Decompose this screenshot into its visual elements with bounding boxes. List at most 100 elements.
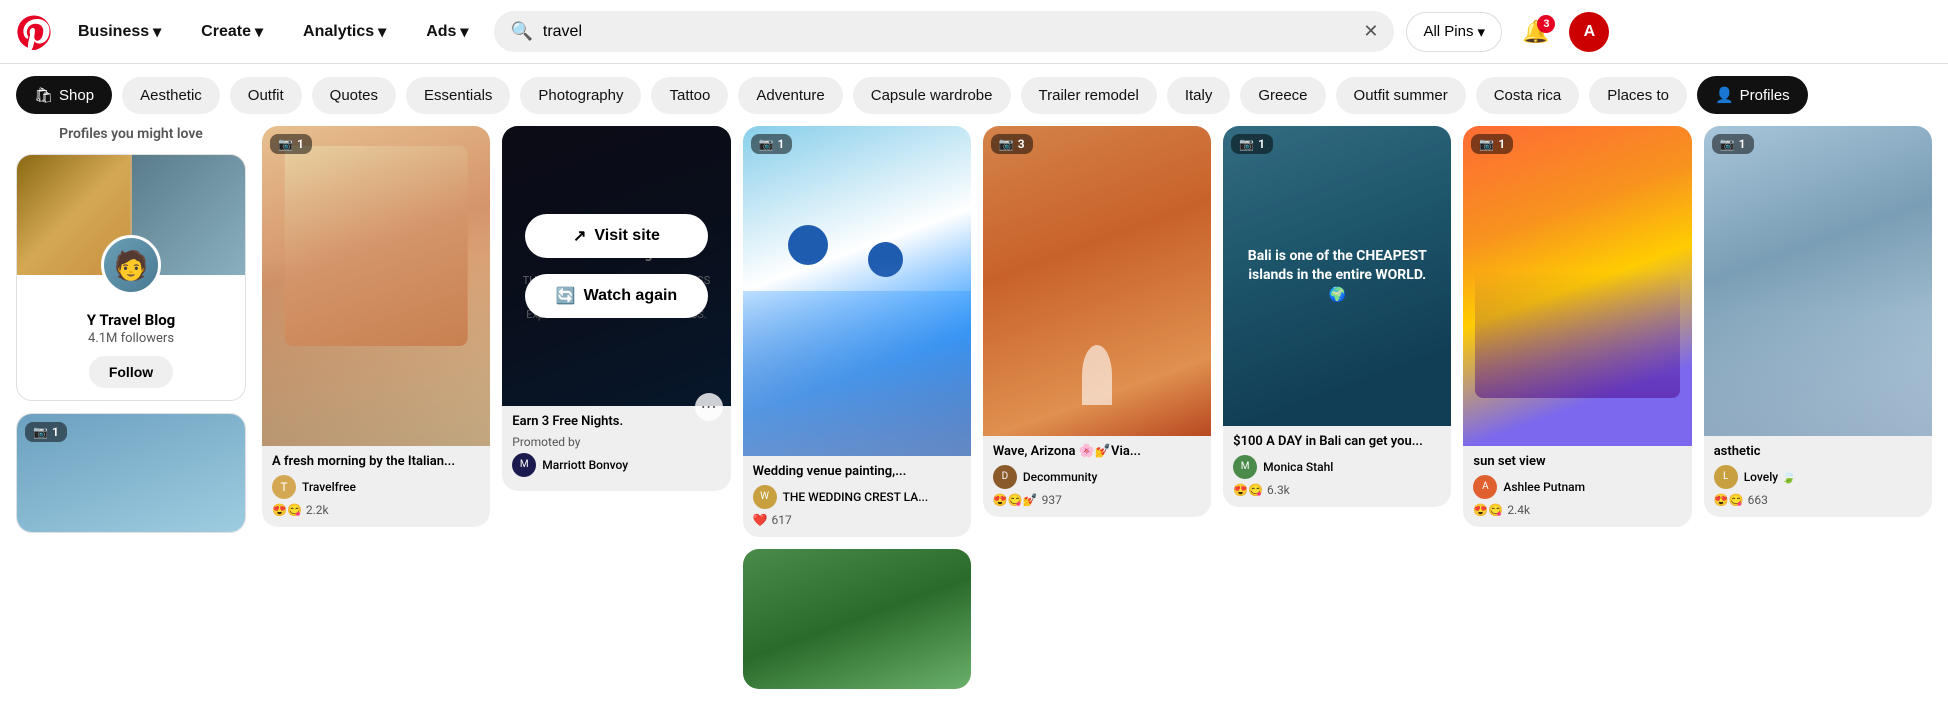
user-avatar-button[interactable]: A [1569,12,1609,52]
create-chevron: ▾ [255,22,263,42]
camera-icon: 📷 [33,425,48,439]
pin-grid: 📷 1 A fresh morning by the Italian... T … [262,126,1932,689]
pin-author-row-greece: W THE WEDDING CREST LA... [753,485,961,509]
pin-stats-bali: 😍😋 6.3k [1233,483,1441,497]
pin-info-marriott: Earn 3 Free Nights. Promoted by M Marrio… [502,406,730,491]
pin-author-row-sunset: A Ashlee Putnam [1473,475,1681,499]
chip-costa-rica[interactable]: Costa rica [1476,77,1580,114]
pin-image-green [743,549,971,689]
chip-photography[interactable]: Photography [520,77,641,114]
pin-author-row-italy: T Travelfree [272,475,480,499]
chips-row: 🛍 Shop Aesthetic Outfit Quotes Essential… [0,64,1948,126]
chip-aesthetic[interactable]: Aesthetic [122,77,220,114]
pin-card-greece[interactable]: 📷 1 Wedding venue painting,... W THE WED… [743,126,971,537]
search-input[interactable] [543,23,1353,41]
all-pins-chevron: ▾ [1477,23,1485,41]
shop-icon: 🛍 [34,86,53,104]
pin-stats-italy: 😍😋 2.2k [272,503,480,517]
chip-capsule-wardrobe[interactable]: Capsule wardrobe [853,77,1011,114]
pin-badge-1: 📷 1 [270,134,312,154]
pin-more-button-marriott[interactable]: ⋯ [695,393,723,421]
pin-subtitle-marriott: Promoted by [512,435,720,449]
ads-chevron: ▾ [460,22,468,42]
chip-outfit[interactable]: Outfit [230,77,302,114]
pin-card-bali[interactable]: Bali is one of the CHEAPEST islands in t… [1223,126,1451,507]
external-link-icon: ↗ [573,226,586,246]
analytics-nav[interactable]: Analytics ▾ [289,14,400,50]
replay-icon: 🔄 [556,286,576,306]
visit-site-button[interactable]: ↗ Visit site [525,214,708,258]
pin-card-sunset[interactable]: 📷 1 sun set view A Ashlee Putnam 😍😋 2.4k [1463,126,1691,527]
pin-image-sunset: 📷 1 [1463,126,1691,446]
all-pins-label: All Pins [1423,23,1473,40]
author-avatar-bali: M [1233,455,1257,479]
logo[interactable] [16,14,52,50]
chip-tattoo[interactable]: Tattoo [651,77,728,114]
author-name-greece: THE WEDDING CREST LA... [783,490,929,504]
main-content: Profiles you might love 🧑 Y Travel Blog … [0,126,1948,705]
analytics-chevron: ▾ [378,22,386,42]
pin-image-wave: 📷 3 [983,126,1211,436]
profile-avatar-wrap: 🧑 [101,235,161,295]
bali-overlay-text: Bali is one of the CHEAPEST islands in t… [1223,227,1451,326]
camera-icon: 📷 [278,137,293,151]
chip-trailer-remodel[interactable]: Trailer remodel [1021,77,1157,114]
profiles-section-label: Profiles you might love [16,126,246,142]
chip-profiles[interactable]: 👤 Profiles [1697,76,1808,114]
pin-card-green[interactable] [743,549,971,689]
small-card-badge: 📷 1 [25,422,67,442]
profile-card-y-travel[interactable]: 🧑 Y Travel Blog 4.1M followers Follow [16,154,246,401]
author-name-bali: Monica Stahl [1263,460,1333,474]
pin-title-marriott: Earn 3 Free Nights. [512,414,720,431]
search-bar: 🔍 ✕ [494,11,1394,52]
business-nav[interactable]: Business ▾ [64,14,175,50]
camera-icon: 📷 [1239,137,1254,151]
notifications-button[interactable]: 🔔 3 [1514,11,1557,53]
create-label: Create [201,23,251,41]
pin-card-italy[interactable]: 📷 1 A fresh morning by the Italian... T … [262,126,490,527]
pin-info-venice: asthetic L Lovely 🍃 😍😋 663 [1704,436,1932,517]
author-avatar-venice: L [1714,465,1738,489]
pin-badge-sunset: 📷 1 [1471,134,1513,154]
pin-title-venice: asthetic [1714,444,1922,461]
chip-shop[interactable]: 🛍 Shop [16,76,112,114]
search-clear-button[interactable]: ✕ [1363,21,1378,42]
watch-again-button[interactable]: 🔄 Watch again [525,274,708,318]
pin-info-greece: Wedding venue painting,... W THE WEDDING… [743,456,971,537]
create-nav[interactable]: Create ▾ [187,14,277,50]
pin-card-wave[interactable]: 📷 3 Wave, Arizona 🌸💅Via... D Decommunity… [983,126,1211,517]
small-card-inner: 📷 1 [17,414,245,533]
business-chevron: ▾ [153,22,161,42]
pin-card-marriott[interactable]: Travel More. Earn 3 Free Nights. THE MAR… [502,126,730,491]
small-profile-card[interactable]: 📷 1 [16,413,246,533]
all-pins-button[interactable]: All Pins ▾ [1406,12,1502,52]
chip-outfit-summer[interactable]: Outfit summer [1336,77,1466,114]
pin-info-italy: A fresh morning by the Italian... T Trav… [262,446,490,527]
chip-essentials[interactable]: Essentials [406,77,510,114]
profile-followers: 4.1M followers [29,331,233,346]
chip-italy[interactable]: Italy [1167,77,1231,114]
notification-badge: 3 [1537,15,1555,33]
pin-author-row-marriott: M Marriott Bonvoy [512,453,720,477]
pin-stats-sunset: 😍😋 2.4k [1473,503,1681,517]
pin-image-venice: 📷 1 [1704,126,1932,436]
chip-adventure[interactable]: Adventure [738,77,842,114]
greece-column: 📷 1 Wedding venue painting,... W THE WED… [743,126,971,689]
chip-quotes[interactable]: Quotes [312,77,396,114]
ads-nav[interactable]: Ads ▾ [412,14,482,50]
follow-button[interactable]: Follow [89,356,173,388]
pin-info-bali: $100 A DAY in Bali can get you... M Moni… [1223,426,1451,507]
author-avatar-greece: W [753,485,777,509]
pin-badge-wave: 📷 3 [991,134,1033,154]
pin-author-row-bali: M Monica Stahl [1233,455,1441,479]
author-avatar-sunset: A [1473,475,1497,499]
chip-greece[interactable]: Greece [1240,77,1325,114]
sidebar: Profiles you might love 🧑 Y Travel Blog … [16,126,246,689]
author-avatar-wave: D [993,465,1017,489]
header: Business ▾ Create ▾ Analytics ▾ Ads ▾ 🔍 … [0,0,1948,64]
pin-badge-bali: 📷 1 [1231,134,1273,154]
pin-title-wave: Wave, Arizona 🌸💅Via... [993,444,1201,461]
chip-places-to[interactable]: Places to [1589,77,1687,114]
pin-card-venice[interactable]: 📷 1 asthetic L Lovely 🍃 😍😋 663 [1704,126,1932,517]
profile-avatar: 🧑 [101,235,161,295]
